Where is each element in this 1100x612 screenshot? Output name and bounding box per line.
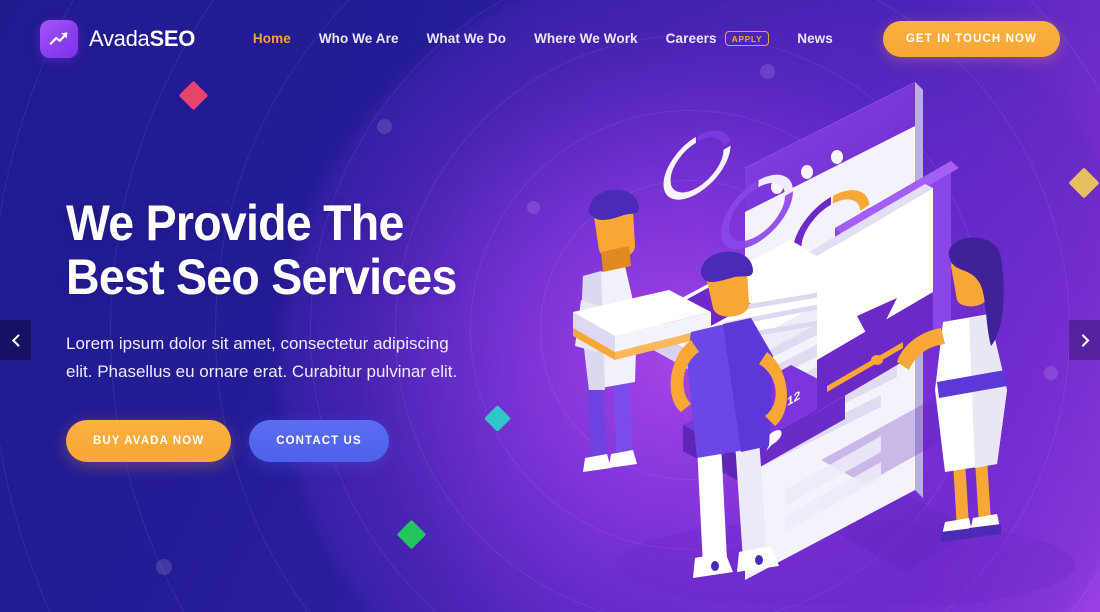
nav-item-where-we-work[interactable]: Where We Work: [534, 31, 638, 46]
nav-label: Careers: [665, 31, 717, 46]
get-in-touch-button[interactable]: GET IN TOUCH NOW: [882, 20, 1060, 57]
slider-next-button[interactable]: [1069, 320, 1100, 360]
hero-content: We Provide The Best Seo Services Lorem i…: [66, 196, 486, 463]
nav-item-news[interactable]: News: [797, 31, 833, 46]
hero-title-line-2: Best Seo Services: [66, 249, 457, 305]
main-navigation: Home Who We Are What We Do Where We Work…: [253, 20, 1060, 57]
decor-dot: [156, 559, 172, 575]
slider-prev-button[interactable]: [0, 320, 31, 360]
decor-dot: [527, 201, 540, 214]
nav-label: Home: [252, 31, 291, 46]
page-title: We Provide The Best Seo Services: [66, 196, 457, 304]
growth-arrow-icon: [40, 19, 78, 58]
nav-item-who-we-are[interactable]: Who We Are: [319, 31, 399, 46]
hero-title-line-1: We Provide The: [66, 195, 404, 251]
nav-item-what-we-do[interactable]: What We Do: [427, 31, 507, 46]
hero-illustration: 25 12: [545, 60, 1085, 605]
hero-subtitle: Lorem ipsum dolor sit amet, consectetur …: [66, 330, 466, 386]
hero-section: 25 12: [0, 0, 1100, 612]
decor-dot: [377, 119, 392, 134]
nav-label: Who We Are: [318, 31, 399, 46]
logo[interactable]: AvadaSEO: [40, 19, 195, 58]
buy-avada-now-button[interactable]: BUY AVADA NOW: [66, 420, 232, 463]
chevron-right-icon: [1076, 333, 1090, 347]
logo-text-light: Avada: [89, 25, 150, 51]
site-header: AvadaSEO Home Who We Are What We Do Wher…: [0, 0, 1100, 77]
chevron-left-icon: [11, 333, 25, 347]
nav-item-home[interactable]: Home: [253, 31, 291, 46]
logo-text: AvadaSEO: [89, 26, 195, 52]
logo-text-bold: SEO: [149, 25, 196, 51]
nav-label: News: [797, 31, 833, 46]
hero-subtitle-line-2: Phasellus eu ornare erat. Curabitur pulv…: [97, 362, 458, 382]
nav-label: What We Do: [426, 31, 507, 46]
nav-item-careers[interactable]: Careers APPLY: [665, 30, 770, 47]
contact-us-button[interactable]: CONTACT US: [249, 420, 389, 463]
careers-apply-badge[interactable]: APPLY: [724, 30, 770, 47]
nav-label: Where We Work: [534, 31, 638, 46]
hero-button-group: BUY AVADA NOW CONTACT US: [66, 420, 486, 463]
